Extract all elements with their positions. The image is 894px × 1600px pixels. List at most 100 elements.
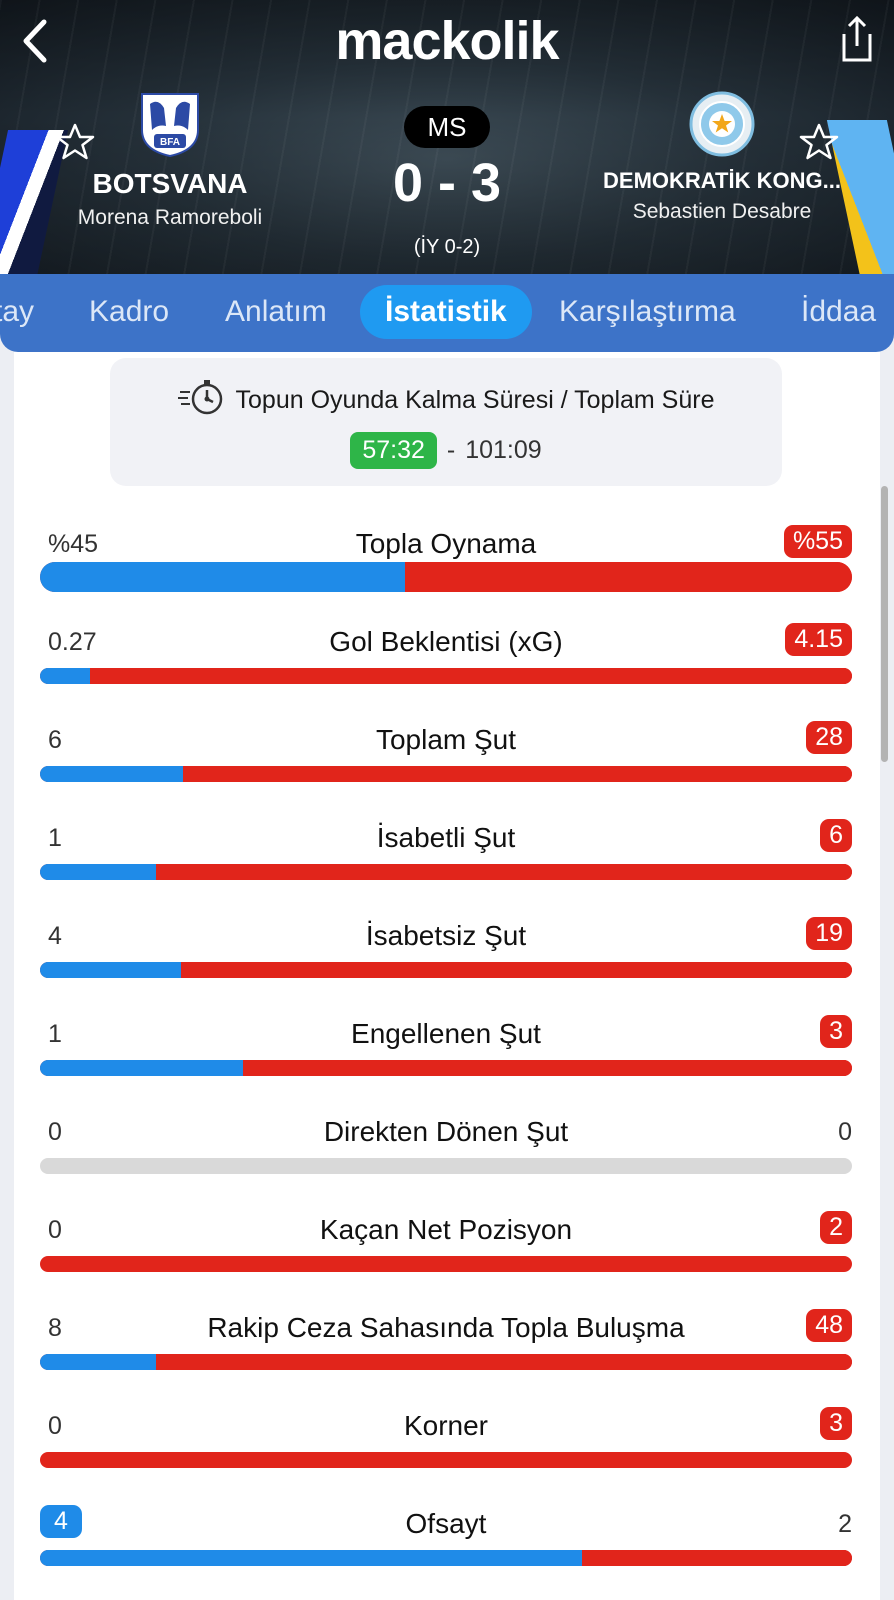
stat-comparison-bar [40,1452,852,1468]
stat-label: Topla Oynama [355,528,537,559]
stat-away-value: 28 [806,721,852,754]
stat-home-value: 0 [48,1216,62,1244]
stat-away-value: 6 [820,819,852,852]
stat-home-value: 1 [48,1020,62,1048]
match-tabs: tay Kadro Anlatım İstatistik Karşılaştır… [0,274,894,352]
stat-row: Korner 0 3 [40,1404,852,1494]
stat-away-value: 48 [806,1309,852,1342]
away-crest-icon [688,90,756,158]
stat-away-bar-fill [156,1354,852,1370]
stat-row: Rakip Ceza Sahasında Topla Buluşma 8 48 [40,1306,852,1396]
stat-away-bar-fill [405,562,852,592]
ball-in-play-separator: - [446,435,456,464]
stat-row: Gol Beklentisi (xG) 0.27 4.15 [40,620,852,710]
tab-anlatim[interactable]: Anlatım [225,285,327,339]
stat-away-value: 4.15 [785,623,852,656]
stat-home-value: %45 [48,530,99,558]
ball-in-play-box: Topun Oyunda Kalma Süresi / Toplam Süre … [110,358,782,486]
svg-text:BFA: BFA [160,137,180,148]
stat-away-bar-fill [181,962,852,978]
stat-comparison-bar [40,864,852,880]
stat-row: Kaçan Net Pozisyon 0 2 [40,1208,852,1298]
stat-comparison-bar [40,1158,852,1174]
stat-home-value: 0 [48,1412,62,1440]
stat-away-bar-fill [182,766,852,782]
stopwatch-ball-icon [177,378,226,423]
stat-comparison-bar [40,562,852,592]
stat-row: Toplam Şut 6 28 [40,718,852,808]
stat-away-value: 2 [838,1510,852,1538]
stat-comparison-bar [40,1060,852,1076]
stat-comparison-bar [40,766,852,782]
stat-label: Engellenen Şut [351,1018,541,1049]
tab-istatistik[interactable]: İstatistik [360,285,532,339]
stat-label: İsabetsiz Şut [365,920,527,951]
stat-row: Engellenen Şut 1 3 [40,1012,852,1102]
stat-home-value: 4 [40,1505,82,1538]
stat-home-value: 8 [48,1314,62,1342]
statistics-panel: Topun Oyunda Kalma Süresi / Toplam Süre … [14,352,880,1600]
stat-away-value: 19 [806,917,852,950]
score-value: 0 - 3 [392,153,502,213]
stat-away-bar-fill [156,864,852,880]
stat-home-bar-fill [40,962,182,978]
share-icon[interactable] [836,14,876,64]
stat-away-bar-fill [40,1158,852,1174]
stat-label: Gol Beklentisi (xG) [329,626,563,657]
stat-away-bar-fill [89,668,852,684]
stat-away-bar-fill [40,1452,852,1468]
stat-away-bar-fill [581,1550,852,1566]
away-coach: Sebastien Desabre [632,200,812,223]
stat-comparison-bar [40,962,852,978]
stat-away-bar-fill [243,1060,852,1076]
stat-away-value: 3 [820,1015,852,1048]
stat-row: İsabetsiz Şut 4 19 [40,914,852,1004]
ball-in-play-time: 57:32 [350,431,437,469]
stat-label: İsabetli Şut [376,822,516,853]
ball-in-play-title: Topun Oyunda Kalma Süresi / Toplam Süre [235,385,715,414]
stat-away-bar-fill [40,1256,852,1272]
stat-home-bar-fill [40,864,157,880]
stat-home-value: 6 [48,726,62,754]
stat-comparison-bar [40,668,852,684]
stat-home-bar-fill [40,562,406,592]
tab-karsilastirma[interactable]: Karşılaştırma [559,285,736,339]
stat-comparison-bar [40,1256,852,1272]
stat-comparison-bar [40,1550,852,1566]
stat-away-value: 3 [820,1407,852,1440]
tab-detay[interactable]: tay [0,285,34,339]
stat-label: Kaçan Net Pozisyon [319,1214,573,1245]
stat-row: İsabetli Şut 1 6 [40,816,852,906]
half-time-score: (İY 0-2) [413,236,481,258]
stat-home-value: 4 [48,922,62,950]
stat-label: Korner [403,1410,489,1441]
stat-label: Rakip Ceza Sahasında Topla Buluşma [207,1312,685,1343]
stat-label: Ofsayt [405,1508,487,1539]
tab-kadro[interactable]: Kadro [89,285,169,339]
stat-row: Topla Oynama %45 %55 [40,522,852,612]
away-team[interactable]: DEMOKRATİK KONG... Sebastien Desabre [572,90,872,224]
stat-home-bar-fill [40,1550,582,1566]
stat-label: Toplam Şut [375,724,517,755]
stat-label: Direkten Dönen Şut [323,1116,569,1147]
stat-row: Ofsayt 4 2 [40,1502,852,1592]
stat-comparison-bar [40,1354,852,1370]
stat-home-value: 0 [48,1118,62,1146]
stat-away-value: %55 [783,525,852,558]
match-header: mackolik BFA BOTSVANA Morena Ramoreboli … [0,0,894,290]
stat-home-value: 1 [48,824,62,852]
stat-away-value: 0 [838,1118,852,1146]
stat-home-value: 0.27 [48,628,97,656]
stat-row: Direkten Dönen Şut 0 0 [40,1110,852,1200]
stat-home-bar-fill [40,668,90,684]
away-team-name: DEMOKRATİK KONG... [603,168,841,193]
scrollbar[interactable] [881,486,888,762]
total-match-time: 101:09 [465,435,542,464]
match-status-badge: MS [404,106,490,148]
stat-away-value: 2 [820,1211,852,1244]
brand-logo: mackolik [335,11,559,71]
stat-home-bar-fill [40,1060,243,1076]
home-crest-icon: BFA [136,90,204,158]
tab-iddaa[interactable]: İddaa [801,285,876,339]
stat-home-bar-fill [40,1354,157,1370]
